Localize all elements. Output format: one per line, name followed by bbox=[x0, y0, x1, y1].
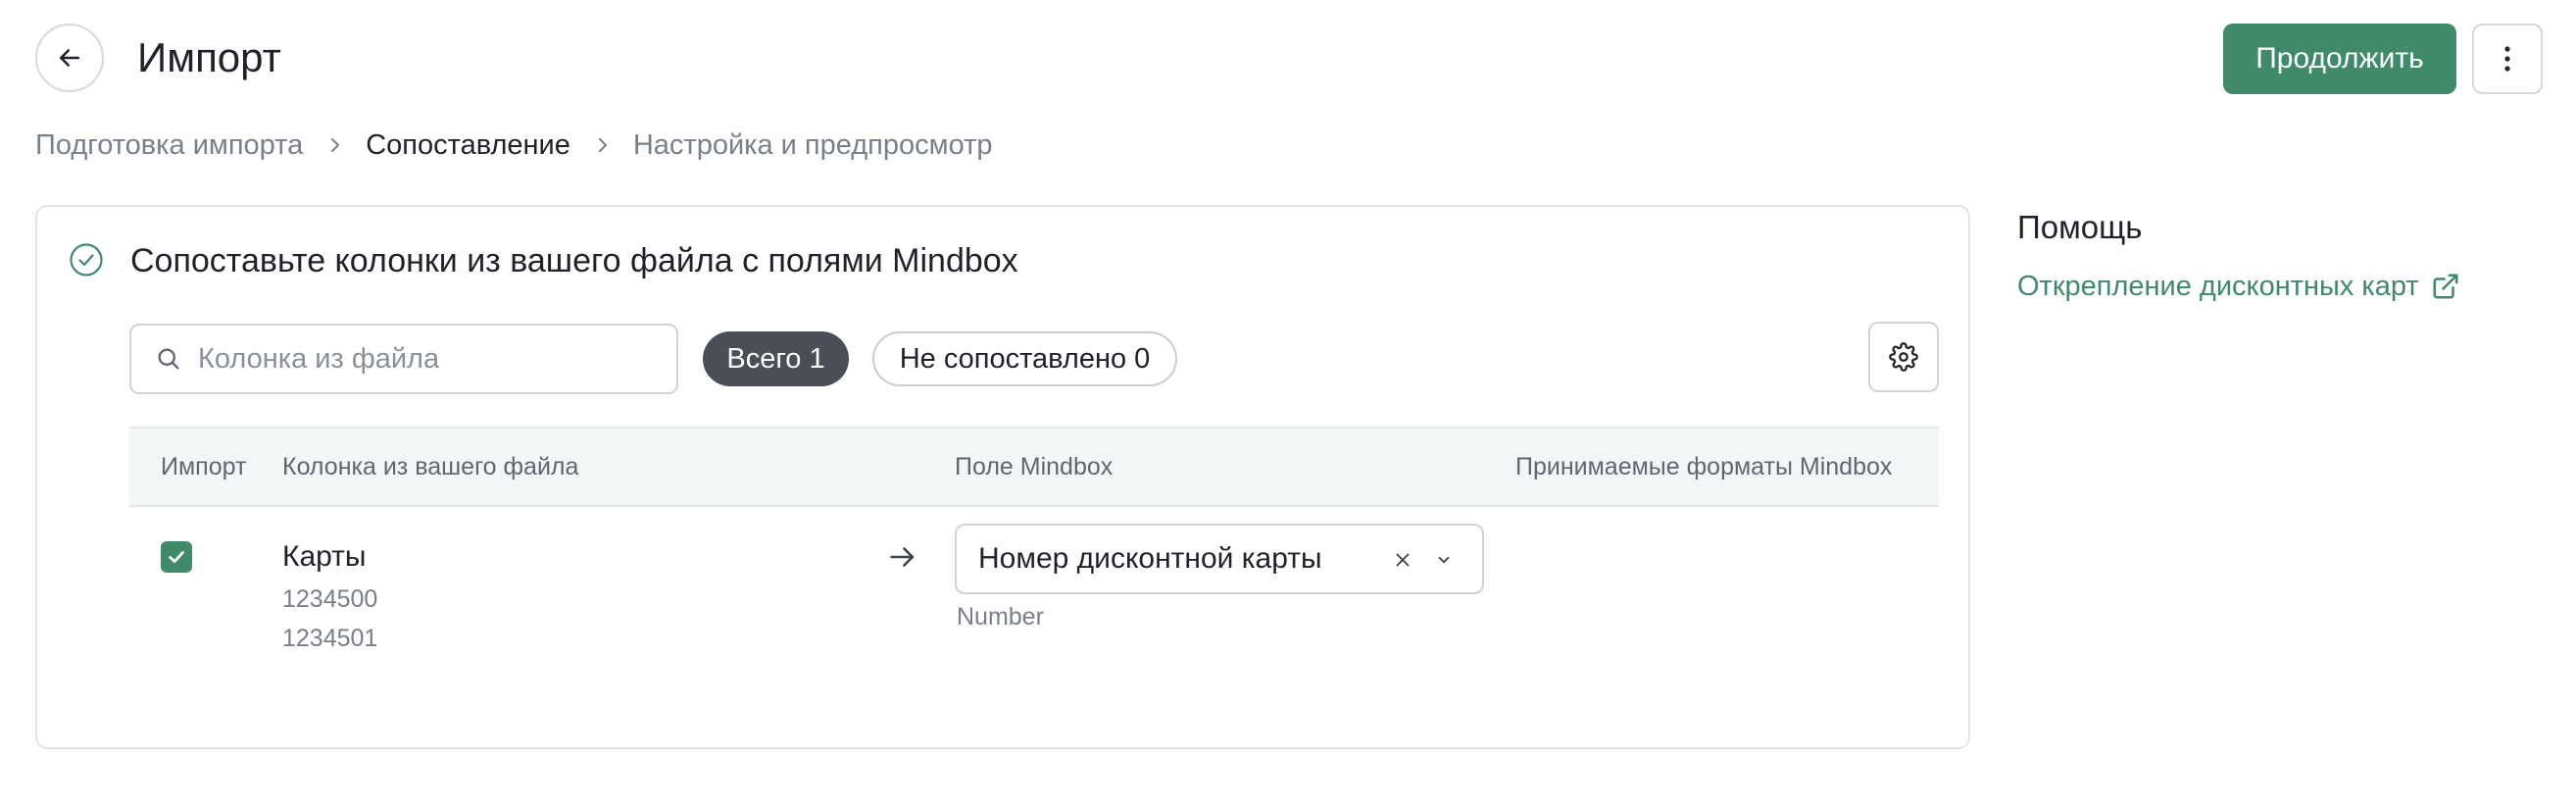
column-header-mindbox-field: Поле Mindbox bbox=[955, 453, 1114, 480]
mindbox-field-value: Номер дисконтной карты bbox=[978, 542, 1322, 575]
search-field[interactable] bbox=[129, 324, 678, 394]
filter-chip-all[interactable]: Всего 1 bbox=[703, 331, 849, 386]
breadcrumb-step-mapping[interactable]: Сопоставление bbox=[366, 129, 570, 162]
search-input[interactable] bbox=[196, 341, 661, 377]
arrow-left-icon bbox=[60, 49, 79, 67]
arrow-right-icon bbox=[890, 547, 915, 567]
chevron-right-icon bbox=[596, 135, 610, 155]
chevron-right-icon bbox=[328, 135, 342, 155]
mapping-card: Сопоставьте колонки из вашего файла с по… bbox=[35, 205, 1970, 749]
chevron-down-icon[interactable] bbox=[1435, 551, 1453, 569]
back-button[interactable] bbox=[35, 24, 104, 92]
filter-chip-unmatched[interactable]: Не сопоставлено 0 bbox=[872, 331, 1177, 386]
help-link-label: Открепление дисконтных карт bbox=[2017, 271, 2419, 302]
column-header-import: Импорт bbox=[161, 453, 247, 480]
card-title: Сопоставьте колонки из вашего файла с по… bbox=[130, 242, 1018, 279]
close-icon[interactable] bbox=[1392, 549, 1413, 571]
breadcrumb-step-preparation[interactable]: Подготовка импорта bbox=[35, 129, 303, 162]
mindbox-field-select[interactable]: Номер дисконтной карты bbox=[955, 524, 1484, 594]
external-link-icon bbox=[2431, 272, 2460, 301]
table-header-row: Импорт Колонка из вашего файла Поле Mind… bbox=[129, 427, 1939, 507]
breadcrumb: Подготовка импорта Сопоставление Настрой… bbox=[35, 126, 992, 165]
continue-button[interactable]: Продолжить bbox=[2223, 24, 2456, 94]
checkmark-icon bbox=[169, 551, 184, 563]
help-title: Помощь bbox=[2017, 209, 2143, 245]
table-settings-button[interactable] bbox=[1868, 322, 1939, 392]
column-header-file-column: Колонка из вашего файла bbox=[282, 453, 579, 480]
file-column-name: Карты bbox=[282, 540, 367, 573]
help-link[interactable]: Открепление дисконтных карт bbox=[2017, 267, 2460, 306]
import-checkbox[interactable] bbox=[161, 541, 192, 573]
sample-value: 1234501 bbox=[282, 625, 378, 652]
more-vertical-icon bbox=[2504, 46, 2510, 72]
check-circle-icon bbox=[70, 243, 103, 277]
more-options-button[interactable] bbox=[2472, 24, 2543, 94]
column-header-formats: Принимаемые форматы Mindbox bbox=[1515, 453, 1893, 480]
breadcrumb-step-settings[interactable]: Настройка и предпросмотр bbox=[633, 129, 993, 162]
gear-icon bbox=[1889, 342, 1918, 372]
sample-value: 1234500 bbox=[282, 585, 378, 613]
search-icon bbox=[158, 348, 179, 370]
page-title: Импорт bbox=[137, 34, 281, 80]
field-type-label: Number bbox=[957, 603, 1044, 631]
